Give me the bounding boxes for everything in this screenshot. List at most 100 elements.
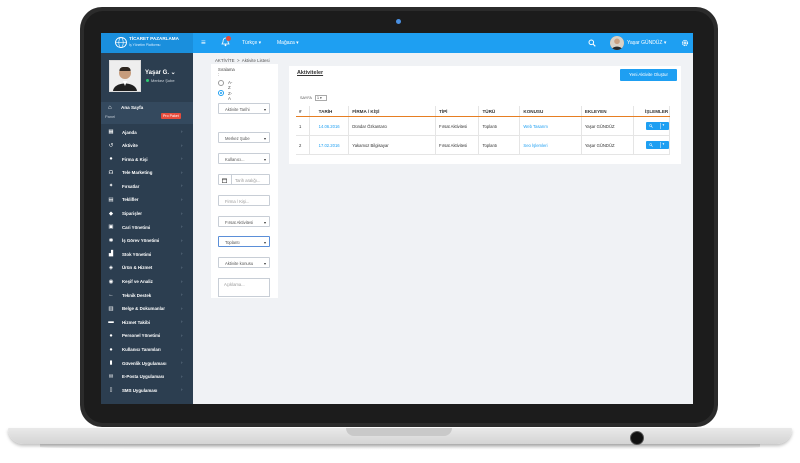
sidebar-item[interactable]: ● Kullanıcı Tanımları ›	[101, 344, 193, 358]
column-header[interactable]: İŞLEMLER	[633, 106, 670, 117]
sidebar-item[interactable]: ● Personel Yönetimi ›	[101, 330, 193, 344]
activity-subject-select[interactable]: Aktivite konusu ▾	[218, 257, 270, 268]
brand-subtitle: İş Yönetim Platformu	[129, 43, 161, 47]
lock-icon: ▮	[109, 360, 113, 367]
row-subject-link[interactable]: Seo İşlemleri	[519, 135, 582, 155]
breadcrumb: AKTİVİTE > Aktivite Listesi	[215, 58, 270, 63]
sidebar-item[interactable]: ↺ Aktivite ›	[101, 140, 193, 154]
column-header[interactable]: EKLEYEN	[581, 106, 635, 117]
sidebar-item-label: Fırsatlar	[122, 183, 140, 189]
sidebar-item[interactable]: ◈ Ürün & Hizmet ›	[101, 262, 193, 276]
sidebar-item-label: İş Görev Yönetimi	[122, 238, 160, 244]
history-icon: ↺	[108, 142, 114, 149]
top-navbar: TİCARET PAZARLAMA İş Yönetim Platformu ≡…	[101, 33, 693, 53]
page-title: Aktiviteler	[297, 70, 324, 76]
column-header[interactable]: TARİH	[309, 106, 350, 117]
column-header[interactable]: FİRMA / KİŞİ	[348, 106, 437, 117]
caret-down-icon[interactable]: ▾	[663, 142, 665, 146]
avatar[interactable]	[610, 36, 624, 50]
sidebar-item-label: Kullanıcı Tanımları	[122, 347, 161, 352]
select-value: Aktivite konusu	[225, 261, 254, 266]
activity-date-select[interactable]: Aktivite Tarihi ▾	[218, 103, 270, 114]
meeting-select[interactable]: Toplantı ▾	[218, 236, 270, 247]
company-input[interactable]: Firma / Kişi...	[218, 195, 270, 206]
pro-package-badge[interactable]: Pro Paket	[161, 113, 181, 119]
sidebar-item[interactable]: ▥ Belge & Dokumanlar ›	[101, 303, 193, 317]
caret-down-icon[interactable]: ▾	[663, 123, 665, 127]
sidebar-item[interactable]: ▯ SMS Uygulaması ›	[101, 384, 193, 398]
branch-select[interactable]: Merkez Şube ▾	[218, 132, 270, 143]
row-date-link[interactable]: 14.06.2016	[309, 116, 350, 136]
column-header[interactable]: KONUSU	[519, 106, 582, 117]
brand-logo-area[interactable]: TİCARET PAZARLAMA İş Yönetim Platformu	[101, 33, 193, 53]
column-header[interactable]: TİPİ	[435, 106, 480, 117]
sidebar-item[interactable]: ◉ Keşif ve Analiz ›	[101, 276, 193, 290]
page-select[interactable]: 1 ▾	[315, 95, 327, 101]
chevron-right-icon: ›	[181, 210, 183, 216]
breadcrumb-current: Aktivite Listesi	[241, 58, 270, 63]
sidebar-item[interactable]: ▬ Hizmet Takibi ›	[101, 316, 193, 330]
sidebar-item[interactable]: ✉ E-Posta Uygulaması ›	[101, 371, 193, 385]
sidebar-item[interactable]: ● Firma & Kişi ›	[101, 153, 193, 167]
chevron-right-icon: ›	[181, 183, 183, 189]
table-row[interactable]: 2 17.02.2016 Yakamoz Bilgisayar Fırsat Akti…	[296, 135, 670, 155]
row-kind: Toplantı	[478, 116, 521, 136]
sidebar-item[interactable]: ▮ Güvenlik Uygulaması ›	[101, 357, 193, 371]
caret-down-icon: ▾	[263, 239, 266, 245]
table-row[interactable]: 1 14.06.2016 Dündar Özkantarcı Fırsat Aktiv…	[296, 116, 670, 136]
eye-icon: ◉	[108, 278, 114, 285]
sidebar-item[interactable]: ▣ Cari Yönetimi ›	[101, 221, 193, 235]
sidebar-item[interactable]: ◆ Siparişler ›	[101, 208, 193, 222]
gear-icon[interactable]	[681, 39, 689, 47]
sidebar-item[interactable]: ▤ Teklifler ›	[101, 194, 193, 208]
user-select[interactable]: Kullanıcı... ▾	[218, 153, 270, 164]
sidebar-item-label: Ajanda	[122, 129, 137, 135]
sidebar-item[interactable]: ✦ Fırsatlar ›	[101, 180, 193, 194]
notes-placeholder: Açıklama...	[224, 282, 245, 287]
sidebar-item-label: Cari Yönetimi	[122, 224, 151, 230]
store-dropdown[interactable]: Mağaza ▾	[277, 40, 299, 46]
sidebar-item-home[interactable]: ⌂ Ana Sayfa Panel Pro Paket	[101, 102, 193, 124]
date-range-input[interactable]: Tarih aralığı...	[218, 174, 270, 185]
sidebar-item[interactable]: ✱ İş Görev Yönetimi ›	[101, 235, 193, 249]
sort-az-radio[interactable]	[218, 80, 224, 86]
globe-logo-icon	[115, 37, 127, 48]
chevron-right-icon: ›	[181, 169, 183, 175]
chevron-right-icon: ›	[181, 237, 183, 243]
row-date-link[interactable]: 17.02.2016	[309, 135, 350, 155]
chevron-right-icon: ›	[181, 156, 183, 162]
sidebar-item[interactable]: ▟ Stok Yönetimi ›	[101, 248, 193, 262]
touch-button-icon	[630, 431, 644, 445]
profile-photo[interactable]	[109, 60, 141, 92]
tags-icon: ◈	[108, 264, 114, 271]
row-number: 2	[296, 135, 310, 155]
chevron-right-icon: ›	[181, 142, 183, 148]
sidebar-item-label: Aktivite	[122, 143, 138, 149]
view-action-button[interactable]: ▾	[646, 141, 669, 149]
view-action-button[interactable]: ▾	[646, 122, 669, 130]
chevron-right-icon: ›	[181, 292, 183, 298]
chevron-right-icon: ›	[181, 332, 183, 338]
sidebar-item[interactable]: ← Teknik Destek ›	[101, 289, 193, 303]
row-actions: ▾	[633, 116, 670, 136]
caret-down-icon: ▾	[263, 219, 266, 225]
column-header[interactable]: #	[296, 106, 310, 117]
new-activity-button[interactable]: Yeni Aktivite Oluştur	[620, 69, 677, 81]
sidebar-item[interactable]: ▦ Ajanda ›	[101, 126, 193, 140]
search-icon[interactable]	[588, 39, 596, 47]
sort-za-radio[interactable]	[218, 90, 224, 96]
language-dropdown[interactable]: Türkçe ▾	[242, 40, 261, 46]
sidebar-item[interactable]: ☊ Tele Marketing ›	[101, 167, 193, 181]
mail-icon: ✉	[108, 373, 114, 380]
opportunity-select[interactable]: Fırsat Aktivitesi ▾	[218, 216, 270, 227]
chevron-right-icon: ›	[181, 305, 183, 311]
notes-textarea[interactable]: Açıklama...	[218, 278, 270, 297]
panel-label: Panel	[105, 114, 116, 119]
row-subject-link[interactable]: Web Tasarım	[519, 116, 582, 136]
date-range-placeholder: Tarih aralığı...	[235, 178, 261, 183]
profile-name[interactable]: Yaşar G. ⌄	[145, 69, 176, 76]
breadcrumb-root[interactable]: AKTİVİTE	[215, 58, 235, 63]
column-header[interactable]: TÜRÜ	[478, 106, 521, 117]
menu-toggle-icon[interactable]: ≡	[201, 38, 206, 47]
user-menu[interactable]: Yaşar GÜNDÜZ ▾	[627, 40, 666, 46]
